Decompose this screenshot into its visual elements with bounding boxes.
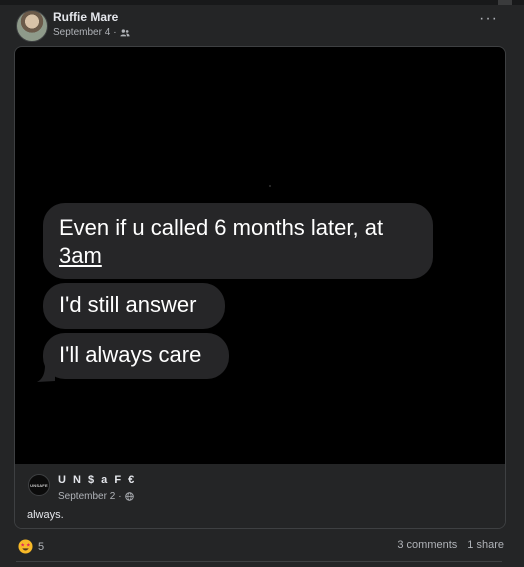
footer-divider — [16, 561, 502, 562]
message-bubble-3: I'll always care — [43, 333, 229, 379]
engagement-counts: 3 comments 1 share — [397, 539, 504, 551]
shared-media-image[interactable]: Even if u called 6 months later, at 3am … — [15, 47, 505, 464]
post-meta: September 4 · — [53, 27, 130, 38]
shared-caption: always. — [27, 509, 64, 521]
shared-page-info: UNSAFE U N $ a F € September 2 · always. — [15, 464, 505, 528]
message-1-text: Even if u called 6 months later, at — [59, 215, 384, 240]
post-header: Ruffie Mare September 4 · ··· — [0, 0, 524, 46]
shared-meta-separator: · — [118, 491, 122, 502]
page-name[interactable]: U N $ a F € — [58, 474, 136, 486]
meta-separator: · — [113, 27, 117, 38]
bubble-tail-icon — [37, 365, 55, 382]
friends-icon — [120, 28, 130, 36]
page-avatar-text: UNSAFE — [30, 482, 48, 488]
page-avatar[interactable]: UNSAFE — [28, 474, 50, 496]
reaction-count: 5 — [38, 540, 45, 553]
author-name[interactable]: Ruffie Mare — [53, 10, 118, 24]
shared-post-meta: September 2 · — [58, 491, 134, 502]
media-speck — [269, 185, 271, 187]
more-horizontal-icon[interactable]: ··· — [479, 11, 498, 27]
author-avatar[interactable] — [16, 10, 48, 42]
comments-count[interactable]: 3 comments — [397, 539, 457, 551]
star-struck-emoji-icon — [18, 539, 33, 554]
post-footer: 5 3 comments 1 share — [0, 530, 524, 567]
shared-post-card[interactable]: Even if u called 6 months later, at 3am … — [14, 46, 506, 529]
shares-count[interactable]: 1 share — [467, 539, 504, 551]
message-1-underlined: 3am — [59, 243, 102, 268]
globe-icon — [124, 492, 134, 501]
post-date[interactable]: September 4 — [53, 27, 110, 38]
message-bubble-1: Even if u called 6 months later, at 3am — [43, 203, 433, 279]
message-3-text: I'll always care — [59, 342, 202, 367]
message-2-text: I'd still answer — [59, 292, 197, 317]
reactions-summary[interactable]: 5 — [18, 539, 44, 554]
message-bubble-2: I'd still answer — [43, 283, 225, 329]
shared-post-date[interactable]: September 2 — [58, 491, 115, 502]
